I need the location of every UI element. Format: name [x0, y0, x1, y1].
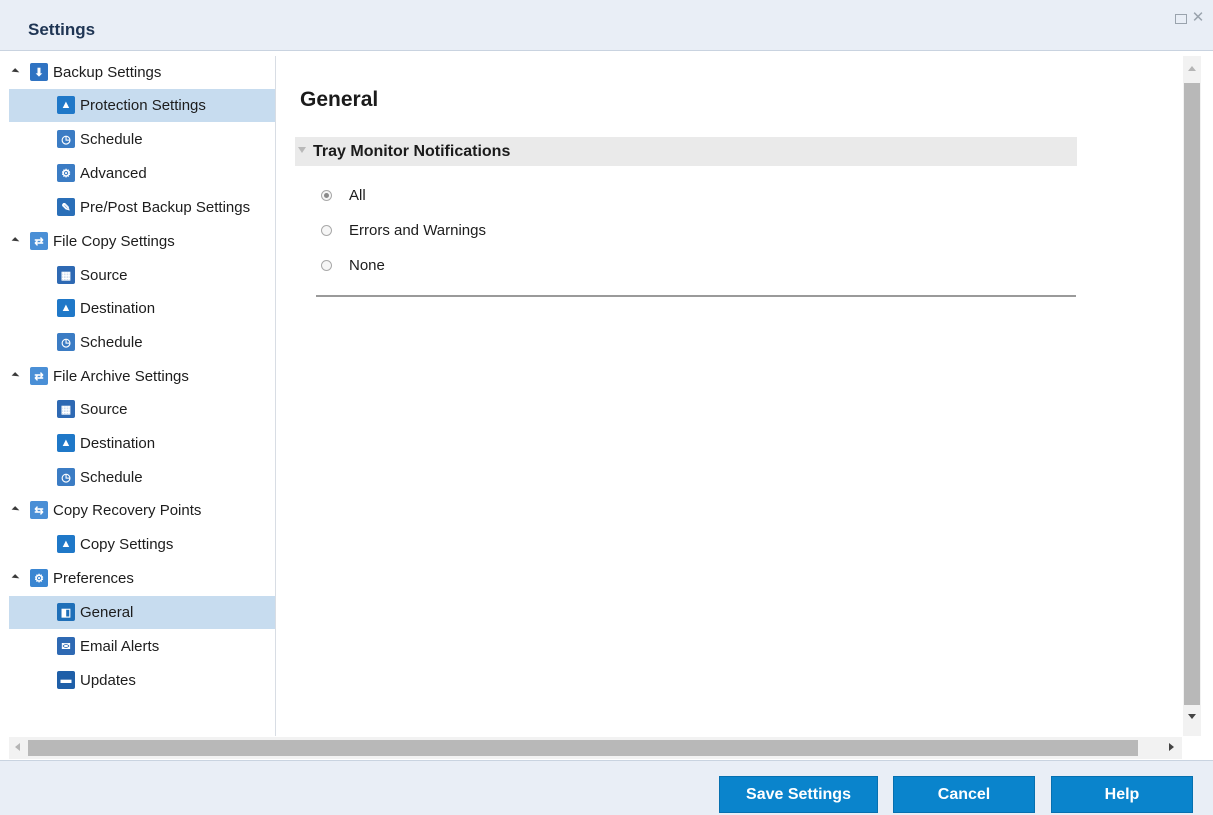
tree-item-label: Destination [80, 435, 156, 452]
tree-item-label: Email Alerts [80, 638, 160, 655]
tree-item-label: Backup Settings [53, 64, 162, 81]
backup-icon: ⬇ [30, 63, 48, 81]
section-header: Tray Monitor Notifications [295, 137, 1077, 166]
radio-label: All [349, 187, 366, 204]
tree-item[interactable]: ✉ Email Alerts [9, 630, 275, 663]
tree-item-label: Preferences [53, 570, 134, 587]
source-icon: ▦ [57, 400, 75, 418]
tree-item-label: Copy Settings [80, 536, 174, 553]
scroll-up-icon[interactable] [1188, 66, 1196, 71]
vertical-scrollbar[interactable] [1183, 56, 1201, 736]
radio-label: Errors and Warnings [349, 222, 486, 239]
scroll-right-icon[interactable] [1169, 743, 1174, 751]
tree-item[interactable]: ▬ Updates [9, 664, 275, 697]
title-bar: Settings ✕ [0, 0, 1213, 51]
schedule-icon: ◷ [57, 333, 75, 351]
tree-item[interactable]: ⇄ File Copy Settings [9, 225, 275, 258]
tree-item[interactable]: ▲ Protection Settings [9, 89, 275, 122]
cancel-button[interactable]: Cancel [893, 776, 1035, 813]
section-divider [316, 295, 1076, 297]
recovery-points-icon: ⇆ [30, 501, 48, 519]
general-icon: ◧ [57, 603, 75, 621]
notification-option[interactable]: None [321, 257, 385, 274]
footer-bar: Save Settings Cancel Help [0, 760, 1213, 815]
tree-item-label: Source [80, 267, 128, 284]
tree-item-label: File Archive Settings [53, 368, 189, 385]
tree-item[interactable]: ✎ Pre/Post Backup Settings [9, 191, 275, 224]
advanced-icon: ⚙ [57, 164, 75, 182]
radio-label: None [349, 257, 385, 274]
scroll-left-icon[interactable] [15, 743, 20, 751]
tree-item[interactable]: ◧ General [9, 596, 275, 629]
restore-icon[interactable] [1174, 11, 1188, 25]
notification-option[interactable]: Errors and Warnings [321, 222, 486, 239]
close-icon[interactable]: ✕ [1191, 10, 1205, 25]
tree-item-label: Schedule [80, 469, 143, 486]
expand-arrow-icon[interactable] [11, 372, 20, 380]
tree-item[interactable]: ▦ Source [9, 259, 275, 292]
tree-item[interactable]: ⇄ File Archive Settings [9, 360, 275, 393]
source-icon: ▦ [57, 266, 75, 284]
horizontal-scroll-thumb[interactable] [28, 740, 1138, 756]
schedule-icon: ◷ [57, 130, 75, 148]
expand-arrow-icon[interactable] [11, 237, 20, 245]
page-title: General [300, 88, 379, 111]
window-title: Settings [28, 20, 96, 39]
tree-item[interactable]: ⚙ Advanced [9, 157, 275, 190]
tree-item-label: File Copy Settings [53, 233, 175, 250]
collapse-arrow-icon[interactable] [298, 147, 306, 153]
tree-item-label: Copy Recovery Points [53, 502, 202, 519]
tree-item[interactable]: ◷ Schedule [9, 461, 275, 494]
wrench-icon: ✎ [57, 198, 75, 216]
tree-item-label: General [80, 604, 134, 621]
tree-item-label: Updates [80, 672, 136, 689]
radio-button[interactable] [321, 190, 332, 201]
tree-item[interactable]: ▲ Copy Settings [9, 528, 275, 561]
tree-item[interactable]: ▲ Destination [9, 292, 275, 325]
radio-button[interactable] [321, 260, 332, 271]
settings-tree: ⬇ Backup Settings ▲ Protection Settings ◷ Sch… [9, 56, 276, 736]
protection-icon: ▲ [57, 96, 75, 114]
tree-item-label: Destination [80, 300, 156, 317]
schedule-icon: ◷ [57, 468, 75, 486]
save-settings-button[interactable]: Save Settings [719, 776, 878, 813]
tree-item[interactable]: ▲ Destination [9, 427, 275, 460]
tree-item[interactable]: ⬇ Backup Settings [9, 56, 275, 89]
section-title: Tray Monitor Notifications [313, 143, 511, 160]
expand-arrow-icon[interactable] [11, 574, 20, 582]
tree-item-label: Protection Settings [80, 97, 206, 114]
vertical-scroll-thumb[interactable] [1184, 83, 1200, 705]
tree-item-label: Advanced [80, 165, 147, 182]
scroll-down-icon[interactable] [1188, 714, 1196, 719]
radio-button[interactable] [321, 225, 332, 236]
tree-item[interactable]: ▦ Source [9, 393, 275, 426]
destination-icon: ▲ [57, 299, 75, 317]
file-copy-icon: ⇄ [30, 232, 48, 250]
expand-arrow-icon[interactable] [11, 68, 20, 76]
destination-icon: ▲ [57, 434, 75, 452]
tree-item-label: Source [80, 401, 128, 418]
tree-item-label: Schedule [80, 131, 143, 148]
general-panel: General Tray Monitor Notifications All Er… [276, 56, 1182, 736]
tree-item[interactable]: ◷ Schedule [9, 123, 275, 156]
tree-item[interactable]: ⚙ Preferences [9, 562, 275, 595]
notification-option[interactable]: All [321, 187, 366, 204]
email-icon: ✉ [57, 637, 75, 655]
file-archive-icon: ⇄ [30, 367, 48, 385]
expand-arrow-icon[interactable] [11, 506, 20, 514]
preferences-icon: ⚙ [30, 569, 48, 587]
tree-item[interactable]: ⇆ Copy Recovery Points [9, 494, 275, 527]
horizontal-scrollbar[interactable] [9, 737, 1182, 759]
tree-item[interactable]: ◷ Schedule [9, 326, 275, 359]
help-button[interactable]: Help [1051, 776, 1193, 813]
copy-settings-icon: ▲ [57, 535, 75, 553]
tree-item-label: Schedule [80, 334, 143, 351]
updates-icon: ▬ [57, 671, 75, 689]
tree-item-label: Pre/Post Backup Settings [80, 199, 251, 216]
